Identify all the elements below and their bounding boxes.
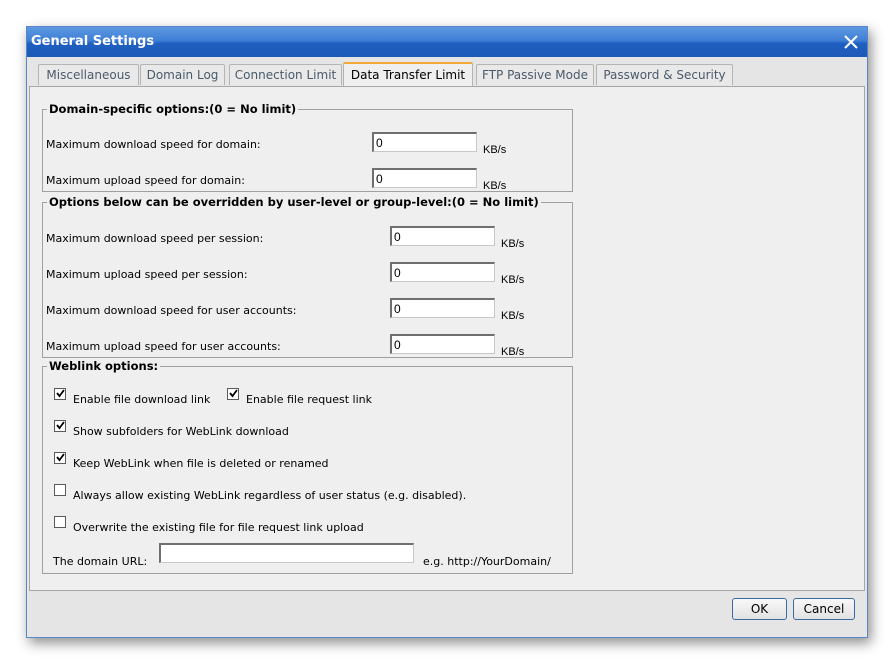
max-download-session-input[interactable] xyxy=(390,226,495,246)
general-settings-dialog: General Settings Miscellaneous Domain Lo… xyxy=(26,26,868,638)
keep-weblink-label[interactable]: Keep WebLink when file is deleted or ren… xyxy=(73,457,329,470)
max-download-users-input[interactable] xyxy=(390,298,495,318)
tab-ftp-passive-mode[interactable]: FTP Passive Mode xyxy=(476,64,594,85)
max-upload-domain-label: Maximum upload speed for domain: xyxy=(46,174,245,187)
domain-url-hint: e.g. http://YourDomain/ xyxy=(423,555,551,568)
max-upload-users-unit: KB/s xyxy=(501,346,525,358)
show-subfolders-label[interactable]: Show subfolders for WebLink download xyxy=(73,425,289,438)
domain-options-legend: Domain-specific options:(0 = No limit) xyxy=(49,102,297,116)
show-subfolders-checkbox[interactable] xyxy=(54,420,66,432)
max-upload-users-label: Maximum upload speed for user accounts: xyxy=(46,340,281,353)
override-options-group: Options below can be overridden by user-… xyxy=(42,195,573,358)
close-button[interactable] xyxy=(841,32,861,52)
max-upload-session-unit: KB/s xyxy=(501,274,525,286)
domain-options-group: Domain-specific options:(0 = No limit) M… xyxy=(42,102,573,192)
tab-password-security[interactable]: Password & Security xyxy=(596,64,733,85)
overwrite-existing-file-label[interactable]: Overwrite the existing file for file req… xyxy=(73,521,364,534)
overwrite-existing-file-checkbox[interactable] xyxy=(54,516,66,528)
checkmark-icon xyxy=(56,389,65,398)
tab-data-transfer-limit[interactable]: Data Transfer Limit xyxy=(343,62,473,87)
tab-connection-limit[interactable]: Connection Limit xyxy=(229,64,342,85)
domain-url-input[interactable] xyxy=(159,543,414,563)
always-allow-weblink-label[interactable]: Always allow existing WebLink regardless… xyxy=(73,489,466,502)
checkmark-icon xyxy=(56,421,65,430)
always-allow-weblink-checkbox[interactable] xyxy=(54,484,66,496)
enable-file-request-link-label[interactable]: Enable file request link xyxy=(246,393,372,406)
cancel-button[interactable]: Cancel xyxy=(793,598,855,620)
tab-panel: Domain-specific options:(0 = No limit) M… xyxy=(29,86,865,591)
max-upload-domain-input[interactable] xyxy=(372,168,477,188)
tab-miscellaneous[interactable]: Miscellaneous xyxy=(38,64,139,85)
max-upload-session-input[interactable] xyxy=(390,262,495,282)
ok-button[interactable]: OK xyxy=(732,598,787,620)
weblink-options-legend: Weblink options: xyxy=(49,359,159,373)
checkmark-icon xyxy=(56,453,65,462)
max-download-session-unit: KB/s xyxy=(501,238,525,250)
enable-file-download-link-checkbox[interactable] xyxy=(54,388,66,400)
enable-file-request-link-checkbox[interactable] xyxy=(227,388,239,400)
max-download-session-label: Maximum download speed per session: xyxy=(46,232,264,245)
checkmark-icon xyxy=(229,389,238,398)
max-download-users-unit: KB/s xyxy=(501,310,525,322)
max-download-domain-input[interactable] xyxy=(372,132,477,152)
weblink-options-group: Weblink options: Enable file download li… xyxy=(42,359,573,574)
title-bar[interactable]: General Settings xyxy=(27,27,867,57)
max-download-domain-unit: KB/s xyxy=(483,144,507,156)
tab-domain-log[interactable]: Domain Log xyxy=(140,64,225,85)
close-icon xyxy=(844,35,858,49)
keep-weblink-checkbox[interactable] xyxy=(54,452,66,464)
enable-file-download-link-label[interactable]: Enable file download link xyxy=(73,393,210,406)
max-upload-users-input[interactable] xyxy=(390,334,495,354)
max-upload-session-label: Maximum upload speed per session: xyxy=(46,268,248,281)
override-options-legend: Options below can be overridden by user-… xyxy=(49,195,539,209)
max-upload-domain-unit: KB/s xyxy=(483,180,507,192)
dialog-title: General Settings xyxy=(31,34,155,49)
max-download-domain-label: Maximum download speed for domain: xyxy=(46,138,261,151)
domain-url-label: The domain URL: xyxy=(53,555,148,568)
max-download-users-label: Maximum download speed for user accounts… xyxy=(46,304,297,317)
